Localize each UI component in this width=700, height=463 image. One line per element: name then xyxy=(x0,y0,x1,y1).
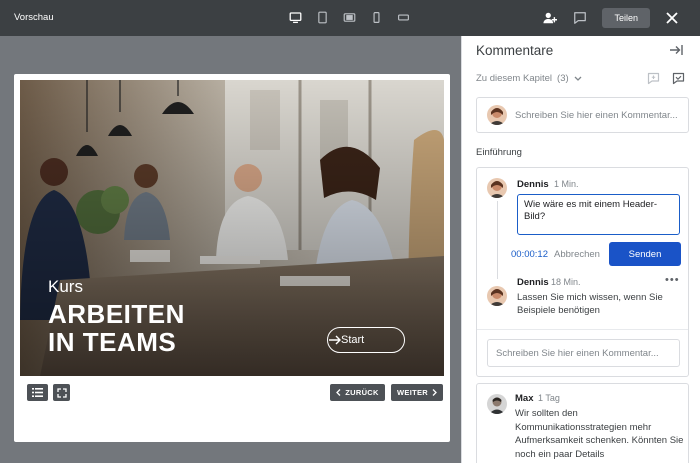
slide-footer: ZURÜCK WEITER xyxy=(14,376,450,442)
share-button[interactable]: Teilen xyxy=(602,8,650,28)
add-user-icon[interactable] xyxy=(540,8,560,28)
reply-body: Lassen Sie mich wissen, wenn Sie Beispie… xyxy=(517,292,663,316)
panel-title: Kommentare xyxy=(476,43,554,58)
hero-image: Kurs ARBEITEN IN TEAMS Start xyxy=(20,80,444,376)
phone-portrait-icon[interactable] xyxy=(368,9,385,26)
start-button[interactable]: Start xyxy=(327,327,405,353)
avatar xyxy=(487,178,507,198)
course-title: ARBEITEN IN TEAMS xyxy=(48,299,185,357)
reply-author: Dennis xyxy=(517,277,549,288)
comment-thread: Dennis 1 Min. Wie wäre es mit einem Head… xyxy=(476,167,689,377)
menu-list-icon[interactable] xyxy=(27,384,48,401)
thread-reply-input[interactable]: Schreiben Sie hier einen Kommentar... xyxy=(487,339,680,367)
section-label: Einführung xyxy=(476,147,522,158)
device-switcher xyxy=(287,9,412,26)
close-icon[interactable] xyxy=(662,8,682,28)
next-button[interactable]: WEITER xyxy=(391,384,443,401)
reply-textarea[interactable]: Wie wäre es mit einem Header-Bild? xyxy=(517,194,680,235)
collapse-panel-icon[interactable] xyxy=(669,43,685,59)
comments-panel: Kommentare Zu diesem Kapitel (3) Schreib… xyxy=(461,36,700,463)
desktop-icon[interactable] xyxy=(287,9,304,26)
send-button[interactable]: Senden xyxy=(609,242,681,266)
add-comment-icon[interactable] xyxy=(647,72,660,85)
chevron-left-icon xyxy=(336,389,341,396)
cancel-button[interactable]: Abbrechen xyxy=(554,249,600,260)
fullscreen-icon[interactable] xyxy=(53,384,70,401)
new-comment-input[interactable]: Schreiben Sie hier einen Kommentar... xyxy=(476,97,689,133)
comment-author: Max xyxy=(515,393,534,404)
recording-timer: 00:00:12 xyxy=(511,249,548,260)
phone-landscape-icon[interactable] xyxy=(395,9,412,26)
reply-time: 18 Min. xyxy=(551,277,581,287)
chevron-right-icon xyxy=(432,389,437,396)
comment-card: Max 1 Tag Wir sollten den Kommunikations… xyxy=(476,383,689,463)
chapter-label: Zu diesem Kapitel xyxy=(476,73,553,84)
back-label: ZURÜCK xyxy=(345,388,379,397)
tablet-landscape-icon[interactable] xyxy=(341,9,358,26)
avatar xyxy=(487,394,507,414)
comment-time: 1 Min. xyxy=(554,179,579,189)
comment-icon[interactable] xyxy=(570,8,590,28)
back-button[interactable]: ZURÜCK xyxy=(330,384,385,401)
preview-area: Kurs ARBEITEN IN TEAMS Start ZURÜCK WEIT… xyxy=(0,36,461,463)
course-slide: Kurs ARBEITEN IN TEAMS Start ZURÜCK WEIT… xyxy=(14,74,450,442)
top-bar: Vorschau Teilen xyxy=(0,0,700,36)
arrow-right-icon xyxy=(329,335,341,345)
preview-title: Vorschau xyxy=(14,12,54,23)
next-label: WEITER xyxy=(397,388,428,397)
comment-author: Dennis xyxy=(517,179,549,190)
new-comment-placeholder: Schreiben Sie hier einen Kommentar... xyxy=(515,109,678,121)
thread-connector xyxy=(497,201,498,279)
course-label: Kurs xyxy=(48,277,83,296)
comment-time: 1 Tag xyxy=(538,393,560,403)
avatar xyxy=(487,286,507,306)
start-label: Start xyxy=(341,334,365,346)
chapter-count: (3) xyxy=(557,73,569,84)
comment-filter-icon[interactable] xyxy=(672,72,685,85)
tablet-portrait-icon[interactable] xyxy=(314,9,331,26)
chapter-filter[interactable]: Zu diesem Kapitel (3) xyxy=(476,73,582,84)
chevron-down-icon xyxy=(574,76,582,81)
thread-reply-placeholder: Schreiben Sie hier einen Kommentar... xyxy=(496,347,659,359)
comment-body: Wir sollten den Kommunikationsstrategien… xyxy=(515,408,684,460)
divider xyxy=(477,329,688,330)
more-options-icon[interactable]: ••• xyxy=(665,274,680,286)
avatar xyxy=(487,105,507,125)
